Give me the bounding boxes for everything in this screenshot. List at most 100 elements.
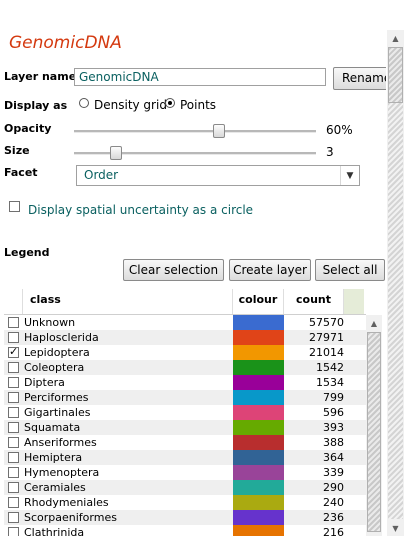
colour-swatch[interactable] [233, 375, 284, 390]
colour-swatch[interactable] [233, 345, 284, 360]
row-checkbox[interactable] [8, 317, 19, 328]
colour-swatch[interactable] [233, 480, 284, 495]
opacity-slider-thumb[interactable] [213, 124, 226, 138]
class-column-header[interactable]: class [23, 289, 233, 314]
table-row[interactable]: Coleoptera 1542 [4, 360, 366, 375]
count-value: 364 [323, 451, 344, 464]
panel-scrollbar[interactable]: ▲ ▼ [387, 30, 404, 536]
chevron-down-icon[interactable]: ▼ [340, 166, 359, 185]
colour-column-header[interactable]: colour [233, 289, 284, 314]
colour-swatch[interactable] [233, 435, 284, 450]
count-value: 339 [323, 466, 344, 479]
facet-select[interactable]: Order ▼ [76, 165, 360, 186]
row-checkbox[interactable] [8, 482, 19, 493]
count-value: 216 [323, 526, 344, 536]
table-row[interactable]: Squamata 393 [4, 420, 366, 435]
row-checkbox[interactable] [8, 407, 19, 418]
opacity-label: Opacity [4, 122, 52, 135]
clear-selection-button[interactable]: Clear selection [123, 259, 224, 281]
density-grid-label[interactable]: Density grid [94, 98, 167, 112]
count-column-header[interactable]: count [284, 289, 344, 314]
panel-scrollbar-thumb[interactable] [388, 47, 403, 103]
row-checkbox[interactable] [8, 437, 19, 448]
class-name: Clathrinida [24, 526, 85, 536]
table-corner [344, 289, 364, 314]
legend-label: Legend [4, 246, 50, 259]
count-value: 1542 [316, 361, 344, 374]
colour-swatch[interactable] [233, 495, 284, 510]
scroll-up-icon[interactable]: ▲ [366, 315, 382, 331]
row-checkbox[interactable] [8, 362, 19, 373]
table-row[interactable]: Clathrinida 216 [4, 525, 366, 536]
layer-name-label: Layer name [4, 70, 77, 83]
colour-swatch[interactable] [233, 405, 284, 420]
colour-swatch[interactable] [233, 390, 284, 405]
colour-swatch[interactable] [233, 465, 284, 480]
table-row[interactable]: Ceramiales 290 [4, 480, 366, 495]
layer-options-panel: GenomicDNA Layer name GenomicDNA Rename … [0, 0, 386, 536]
rename-button[interactable]: Rename [333, 67, 386, 90]
panel-scrollbar-track[interactable] [388, 103, 403, 519]
legend-table-header: class colour count [4, 289, 366, 315]
table-scrollbar-thumb[interactable] [367, 332, 381, 532]
row-checkbox[interactable] [8, 512, 19, 523]
layer-name-input[interactable]: GenomicDNA [74, 68, 326, 86]
row-checkbox[interactable] [8, 467, 19, 478]
create-layer-button[interactable]: Create layer [229, 259, 311, 281]
facet-selected-value: Order [84, 168, 119, 182]
opacity-slider[interactable] [74, 124, 316, 138]
table-row[interactable]: Lepidoptera 21014 [4, 345, 366, 360]
legend-table-body: Unknown57570Haplosclerida27971Lepidopter… [4, 315, 366, 536]
layer-title: GenomicDNA [9, 33, 122, 53]
table-row[interactable]: Unknown 57570 [4, 315, 366, 330]
row-checkbox[interactable] [8, 377, 19, 388]
colour-swatch[interactable] [233, 360, 284, 375]
class-name: Scorpaeniformes [24, 511, 117, 524]
density-grid-radio[interactable] [79, 98, 89, 108]
scroll-up-icon[interactable]: ▲ [387, 30, 404, 46]
class-name: Anseriformes [24, 436, 97, 449]
select-all-button[interactable]: Select all [315, 259, 385, 281]
colour-swatch[interactable] [233, 525, 284, 536]
size-slider[interactable] [74, 146, 316, 160]
table-row[interactable]: Hymenoptera 339 [4, 465, 366, 480]
points-radio[interactable] [165, 98, 175, 108]
table-row[interactable]: Anseriformes 388 [4, 435, 366, 450]
row-checkbox[interactable] [8, 497, 19, 508]
colour-swatch[interactable] [233, 315, 284, 330]
table-row[interactable]: Diptera 1534 [4, 375, 366, 390]
opacity-value: 60% [326, 123, 353, 137]
colour-swatch[interactable] [233, 420, 284, 435]
class-name: Unknown [24, 316, 76, 329]
uncertainty-checkbox[interactable] [9, 201, 20, 212]
row-checkbox[interactable] [8, 422, 19, 433]
table-row[interactable]: Haplosclerida 27971 [4, 330, 366, 345]
row-checkbox[interactable] [8, 345, 19, 358]
colour-swatch[interactable] [233, 330, 284, 345]
table-row[interactable]: Rhodymeniales 240 [4, 495, 366, 510]
scroll-down-icon[interactable]: ▼ [387, 520, 404, 536]
colour-swatch[interactable] [233, 510, 284, 525]
count-value: 596 [323, 406, 344, 419]
row-checkbox[interactable] [8, 332, 19, 343]
row-checkbox[interactable] [8, 392, 19, 403]
count-value: 21014 [309, 346, 344, 359]
table-row[interactable]: Gigartinales 596 [4, 405, 366, 420]
size-label: Size [4, 144, 30, 157]
header-checkbox-column [4, 289, 23, 314]
table-row[interactable]: Scorpaeniformes 236 [4, 510, 366, 525]
count-value: 27971 [309, 331, 344, 344]
uncertainty-label[interactable]: Display spatial uncertainty as a circle [28, 203, 253, 217]
row-checkbox[interactable] [8, 452, 19, 463]
class-name: Rhodymeniales [24, 496, 109, 509]
count-value: 236 [323, 511, 344, 524]
class-name: Ceramiales [24, 481, 86, 494]
table-row[interactable]: Hemiptera 364 [4, 450, 366, 465]
row-checkbox[interactable] [8, 527, 19, 536]
colour-swatch[interactable] [233, 450, 284, 465]
class-name: Diptera [24, 376, 65, 389]
size-slider-thumb[interactable] [110, 146, 123, 160]
table-scrollbar[interactable]: ▲ [366, 315, 382, 536]
table-row[interactable]: Perciformes 799 [4, 390, 366, 405]
points-label[interactable]: Points [180, 98, 216, 112]
